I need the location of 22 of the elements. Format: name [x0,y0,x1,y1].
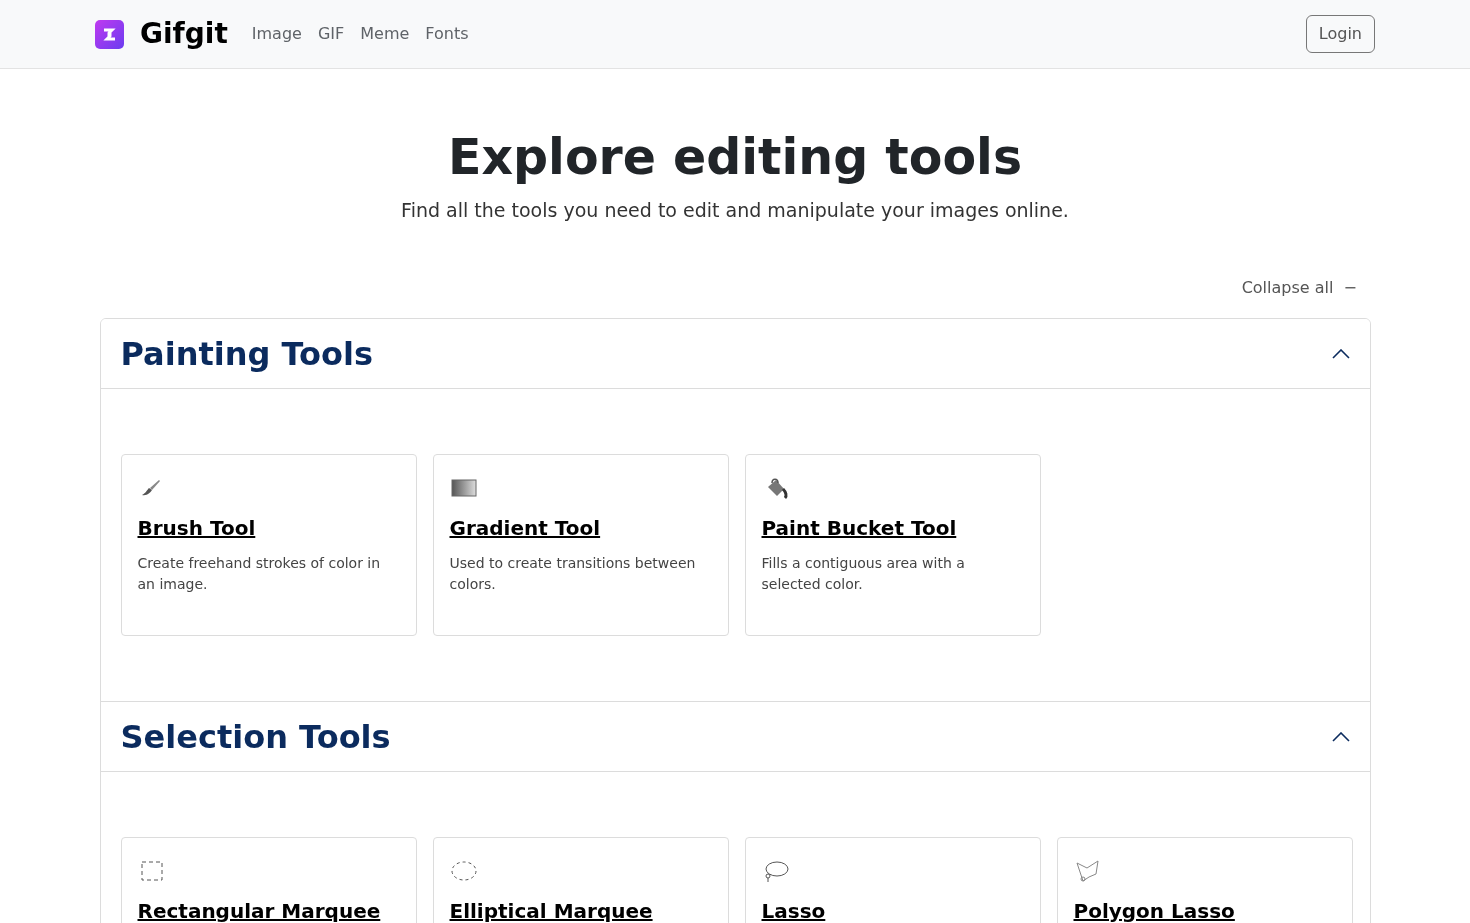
tool-link[interactable]: Polygon Lasso [1073,896,1235,923]
page-subtitle: Find all the tools you need to edit and manipulate your images online. [400,197,1070,223]
tool-link[interactable]: Lasso [761,896,826,923]
tool-description: Used to create transitions between colors. [449,554,697,595]
tool-description: Create freehand strokes of color in an image. [137,554,382,595]
nav-link[interactable]: Meme [360,22,410,46]
nav-link[interactable]: Fonts [425,22,469,46]
section-header[interactable]: Painting Tools [100,319,1370,390]
tool-description: Fills a contiguous area with a selected color. [761,554,966,595]
collapse-all-link[interactable]: Collapse all − [1241,276,1357,301]
page-title: Explore editing tools [446,129,1024,188]
tool-link[interactable]: Elliptical Marquee [449,896,653,923]
nav-link[interactable]: GIF [317,22,345,46]
tool-link[interactable]: Gradient Tool [449,513,601,544]
tool-link[interactable]: Paint Bucket Tool [761,513,957,544]
nav-link[interactable]: Image [251,22,302,46]
logo-icon [95,19,124,49]
login-button[interactable]: Login [1305,15,1375,53]
brand-name[interactable]: Gifgit [140,13,228,55]
tool-link[interactable]: Brush Tool [137,513,256,544]
tool-link[interactable]: Rectangular Marquee [137,896,381,923]
polygon-lasso-icon [1073,858,1102,885]
